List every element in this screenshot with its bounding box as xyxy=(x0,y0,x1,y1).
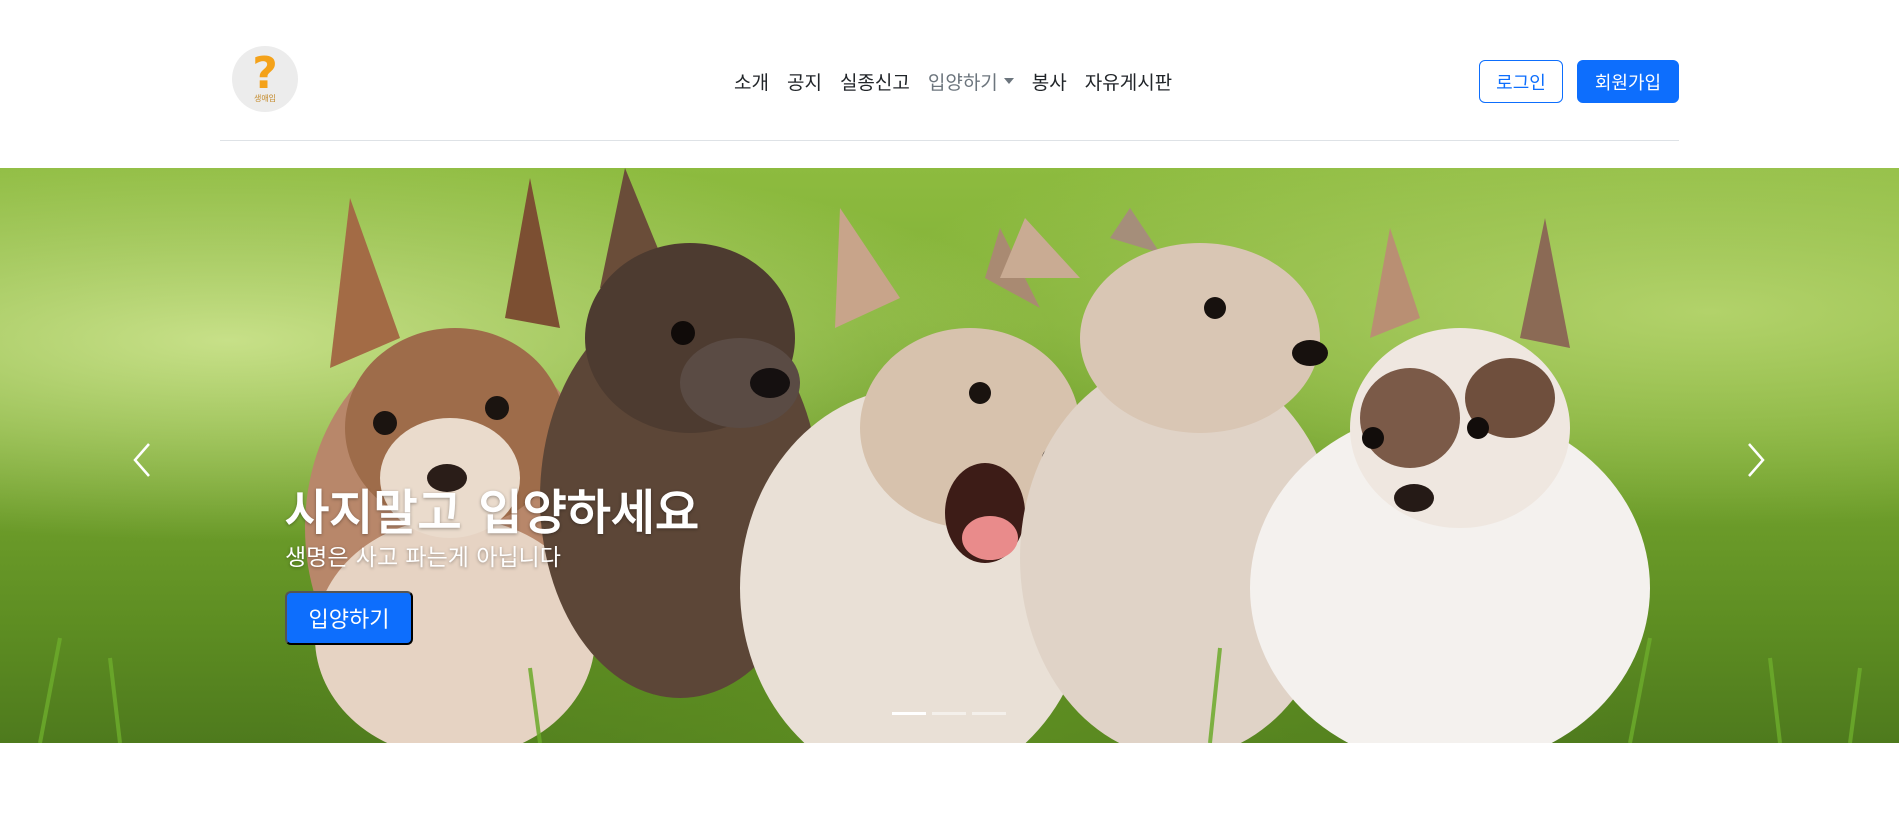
nav-item-missing-report[interactable]: 실종신고 xyxy=(831,68,919,95)
nav-item-intro[interactable]: 소개 xyxy=(725,68,778,95)
hero-subtitle: 생명은 사고 파는게 아닙니다 xyxy=(285,545,561,571)
main-nav: 소개 공지 실종신고 입양하기 봉사 자유게시판 xyxy=(725,66,1181,96)
login-button[interactable]: 로그인 xyxy=(1479,60,1563,103)
logo-mark: ? xyxy=(252,48,278,99)
site-logo[interactable]: ? 생애입 xyxy=(232,46,298,112)
carousel-indicator-1[interactable] xyxy=(892,712,926,715)
site-header: ? 생애입 소개 공지 실종신고 입양하기 봉사 자유게시판 로그인 회원가입 xyxy=(220,0,1679,141)
chevron-left-icon xyxy=(133,443,150,477)
signup-button[interactable]: 회원가입 xyxy=(1577,60,1679,103)
hero-image-puppies xyxy=(38,168,1862,743)
chevron-right-icon xyxy=(1748,443,1765,477)
hero-carousel: 사지말고 입양하세요 생명은 사고 파는게 아닙니다 입양하기 xyxy=(0,168,1899,743)
nav-item-notice[interactable]: 공지 xyxy=(778,68,831,95)
carousel-next-button[interactable] xyxy=(1736,440,1776,480)
hero-title: 사지말고 입양하세요 xyxy=(285,485,700,541)
nav-item-adopt-dropdown[interactable]: 입양하기 xyxy=(919,68,1023,95)
carousel-indicator-2[interactable] xyxy=(932,712,966,715)
nav-item-volunteer[interactable]: 봉사 xyxy=(1023,68,1076,95)
nav-item-adopt-label: 입양하기 xyxy=(927,71,998,94)
nav-item-free-board[interactable]: 자유게시판 xyxy=(1076,68,1181,95)
carousel-indicator-3[interactable] xyxy=(972,712,1006,715)
logo-caption: 생애입 xyxy=(253,94,277,103)
carousel-prev-button[interactable] xyxy=(122,440,162,480)
adopt-cta-button[interactable]: 입양하기 xyxy=(285,591,413,645)
carousel-indicators xyxy=(892,712,1006,715)
caret-down-icon xyxy=(1003,78,1014,84)
